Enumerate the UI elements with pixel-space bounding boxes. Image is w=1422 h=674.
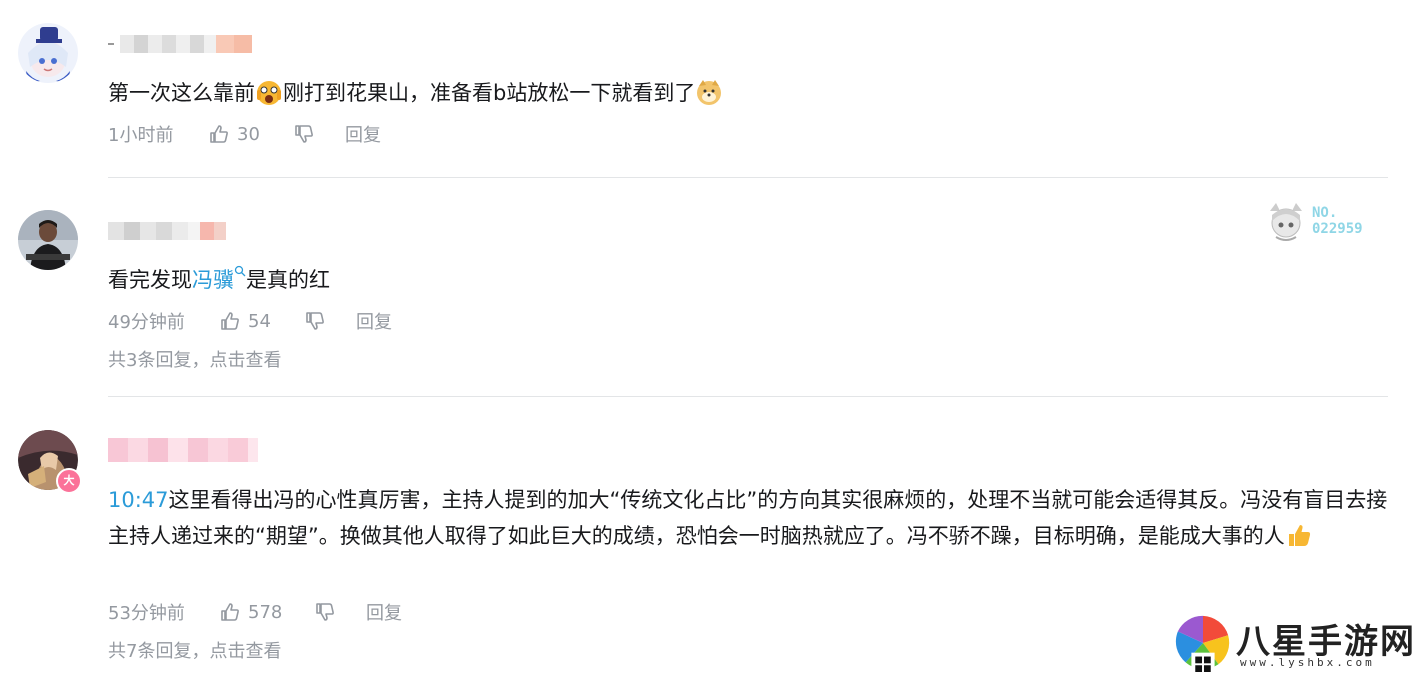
comment-text: 看完发现冯骥 是真的红 — [108, 263, 1398, 298]
thumbs-down-icon — [295, 125, 313, 143]
fan-badge-character-icon — [1270, 203, 1302, 241]
keyword-link[interactable]: 冯骥 — [192, 268, 234, 292]
comment-time: 1小时前 — [108, 125, 174, 146]
avatar[interactable]: 大 — [18, 430, 82, 494]
comment-time: 53分钟前 — [108, 603, 185, 624]
comment-text: 第一次这么靠前 刚打到花果山，准备看b站放松一下就看到了 — [108, 76, 1398, 111]
thumbs-up-icon — [210, 125, 228, 143]
video-timestamp-link[interactable]: 10:47 — [108, 488, 169, 512]
reply-button[interactable]: 回复 — [356, 308, 392, 334]
dislike-button[interactable] — [293, 123, 345, 145]
fan-badge: NO. 022959 — [1262, 197, 1392, 247]
site-watermark: 八星手游网 www.lyshbx.com — [1172, 612, 1422, 674]
like-button[interactable]: 54 — [219, 310, 304, 332]
like-button[interactable]: 30 — [208, 123, 293, 145]
username-blurred[interactable] — [108, 34, 252, 54]
like-button[interactable]: 578 — [219, 601, 314, 623]
comment-time: 49分钟前 — [108, 312, 185, 333]
search-icon[interactable] — [234, 265, 246, 277]
dislike-button[interactable] — [304, 310, 356, 332]
site-logo-icon — [1175, 615, 1230, 672]
thumbs-down-icon — [316, 603, 334, 621]
like-count: 578 — [248, 601, 283, 623]
thumbs-up-emoji-icon — [1288, 525, 1310, 546]
comment-meta: 53分钟前 578 回复 — [108, 599, 402, 625]
view-replies-link[interactable]: 共3条回复，点击查看 — [108, 346, 281, 372]
username-blurred[interactable] — [108, 221, 226, 241]
divider — [108, 177, 1388, 178]
reply-button[interactable]: 回复 — [366, 599, 402, 625]
avatar[interactable] — [18, 23, 78, 83]
scared-face-emoji-icon — [257, 81, 281, 105]
like-count: 30 — [237, 123, 260, 145]
reply-button[interactable]: 回复 — [345, 121, 381, 147]
comment-meta: 1小时前 30 回复 — [108, 121, 381, 147]
thumbs-down-icon — [306, 312, 324, 330]
like-count: 54 — [248, 310, 271, 332]
fan-badge-number: NO. 022959 — [1312, 205, 1363, 237]
comment-meta: 49分钟前 54 回复 — [108, 308, 392, 334]
doge-emoji-icon — [697, 80, 722, 105]
comment-text: 10:47这里看得出冯的心性真厉害，主持人提到的加大“传统文化占比”的方向其实很… — [108, 488, 1388, 548]
view-replies-link[interactable]: 共7条回复，点击查看 — [108, 637, 281, 663]
dislike-button[interactable] — [314, 601, 366, 623]
watermark-url: www.lyshbx.com — [1240, 656, 1375, 669]
thumbs-up-icon — [221, 312, 239, 330]
avatar[interactable] — [18, 210, 78, 270]
username-blurred[interactable] — [108, 438, 258, 462]
thumbs-up-icon — [221, 603, 239, 621]
divider — [108, 396, 1388, 397]
vip-badge: 大 — [56, 468, 82, 494]
